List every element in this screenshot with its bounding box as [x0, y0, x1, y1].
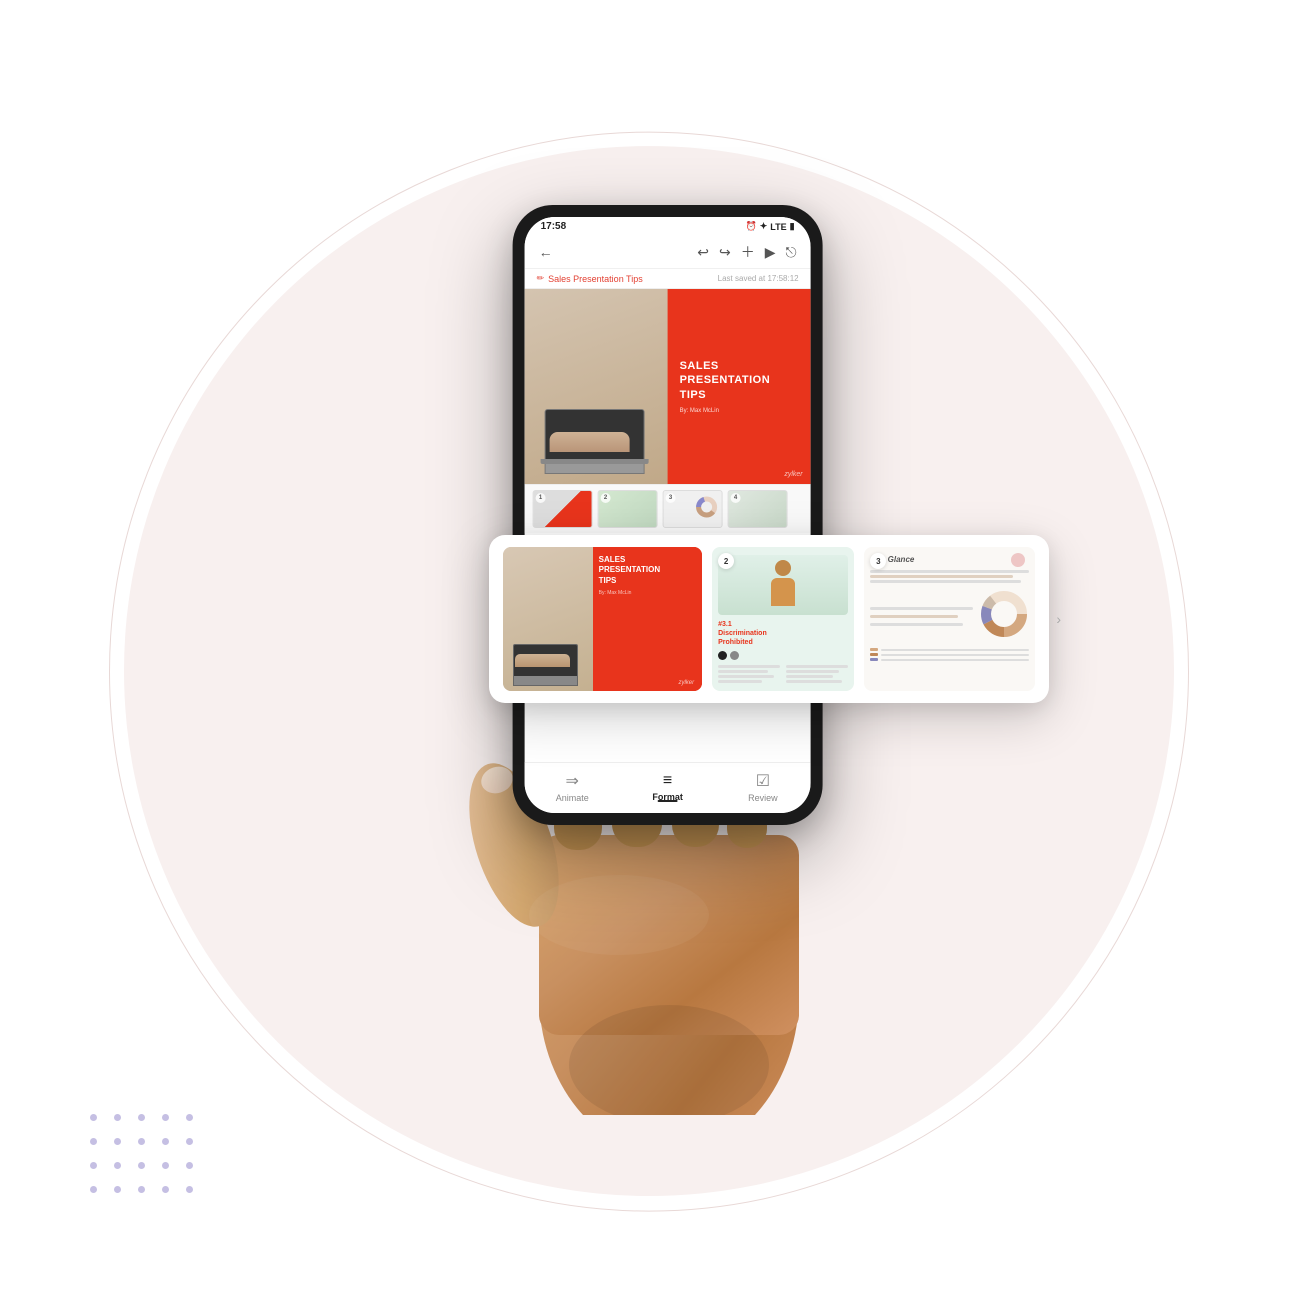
toolbar-actions: ↩ ↪ ＋ ▶ ⎋ — [697, 242, 796, 262]
slides-popup: 1 SALESPRESENTATIONTIPS By: Max McLin zy… — [489, 535, 1049, 703]
popup-slide-2-number: 2 — [718, 553, 734, 569]
doc-title: ✏ Sales Presentation Tips — [537, 273, 643, 284]
slide-subtitle: By: Max McLin — [680, 408, 799, 414]
scene-container: 17:58 ⏰ ✦ LTE ▮ ← ↩ ↪ ＋ ▶ — [0, 0, 1298, 1300]
edit-icon: ✏ — [537, 273, 545, 284]
slide-thumb-3[interactable]: 3 — [663, 490, 723, 528]
popup-slide-3-inner: At a Glance — [864, 547, 1035, 669]
dot-grid-decoration — [90, 1114, 200, 1200]
alarm-icon: ⏰ — [746, 221, 757, 232]
redo-button[interactable]: ↪ — [719, 244, 731, 261]
dot-gray — [730, 651, 739, 660]
popup-slide-3-body — [870, 589, 1029, 644]
animate-icon: ⇒ — [566, 771, 579, 791]
slide-logo: zylker — [784, 471, 802, 478]
popup-arrow[interactable]: › — [1056, 611, 1061, 627]
popup-slide-3[interactable]: 3 At a Glance — [864, 547, 1035, 691]
popup-slide-2-lines — [718, 665, 848, 683]
lte-icon: LTE — [770, 222, 786, 232]
nav-animate[interactable]: ⇒ Animate — [525, 771, 620, 803]
nav-review[interactable]: ☑ Review — [715, 771, 810, 803]
slide-image-area: SALESPRESENTATIONTIPS By: Max McLin zylk… — [525, 289, 811, 484]
share-button[interactable]: ⎋ — [786, 244, 797, 261]
slide-thumb-1[interactable]: 1 — [533, 490, 593, 528]
dot-black — [718, 651, 727, 660]
slide-thumb-4[interactable]: 4 — [728, 490, 788, 528]
status-bar: 17:58 ⏰ ✦ LTE ▮ — [525, 217, 811, 236]
doc-saved: Last saved at 17:58:12 — [718, 274, 799, 283]
phone-toolbar: ← ↩ ↪ ＋ ▶ ⎋ — [525, 236, 811, 269]
doc-title-bar: ✏ Sales Presentation Tips Last saved at … — [525, 269, 811, 289]
review-label: Review — [748, 793, 778, 803]
slide-laptop-area — [525, 289, 674, 484]
donut-chart — [979, 589, 1029, 639]
popup-slide-1-sub: By: Max McLin — [599, 590, 697, 596]
slide-background: SALESPRESENTATIONTIPS By: Max McLin zylk… — [525, 289, 811, 484]
format-icon: ≡ — [663, 772, 672, 790]
slide-thumb-2[interactable]: 2 — [598, 490, 658, 528]
popup-slide-2-title: #3.1DiscriminationProhibited — [718, 620, 848, 647]
back-button[interactable]: ← — [539, 244, 553, 260]
add-button[interactable]: ＋ — [741, 242, 755, 262]
battery-icon: ▮ — [790, 221, 795, 232]
bluetooth-icon: ✦ — [760, 221, 768, 232]
popup-slide-1-title: SALESPRESENTATIONTIPS — [599, 555, 697, 586]
popup-slide-1[interactable]: 1 SALESPRESENTATIONTIPS By: Max McLin zy… — [503, 547, 702, 691]
popup-slide-2-inner: #3.1DiscriminationProhibited — [712, 547, 854, 691]
slide-main[interactable]: SALESPRESENTATIONTIPS By: Max McLin zylk… — [525, 289, 811, 484]
phone-scene: 17:58 ⏰ ✦ LTE ▮ ← ↩ ↪ ＋ ▶ — [299, 145, 999, 1095]
animate-label: Animate — [556, 793, 589, 803]
status-icons: ⏰ ✦ LTE ▮ — [746, 221, 795, 232]
status-time: 17:58 — [541, 221, 567, 232]
popup-slide-2-icons — [718, 651, 848, 660]
phone-inner: 17:58 ⏰ ✦ LTE ▮ ← ↩ ↪ ＋ ▶ — [525, 217, 811, 813]
nav-active-indicator — [658, 800, 678, 802]
play-button[interactable]: ▶ — [765, 244, 776, 261]
phone-mockup: 17:58 ⏰ ✦ LTE ▮ ← ↩ ↪ ＋ ▶ — [513, 205, 823, 825]
phone-bottom-nav: ⇒ Animate ≡ Format ☑ Review — [525, 762, 811, 813]
slide-title: SALESPRESENTATIONTIPS — [680, 359, 799, 402]
popup-slide-1-red: SALESPRESENTATIONTIPS By: Max McLin — [593, 547, 703, 691]
slide-thumbnails: 1 2 3 — [525, 484, 811, 533]
popup-slide-3-title: At a Glance — [870, 555, 1029, 564]
undo-button[interactable]: ↩ — [697, 244, 709, 261]
review-icon: ☑ — [756, 771, 770, 791]
nav-format[interactable]: ≡ Format — [620, 772, 715, 802]
slide-red-box: SALESPRESENTATIONTIPS By: Max McLin — [668, 289, 811, 484]
popup-slide-2[interactable]: 2 #3.1DiscriminationProhibited — [712, 547, 854, 691]
